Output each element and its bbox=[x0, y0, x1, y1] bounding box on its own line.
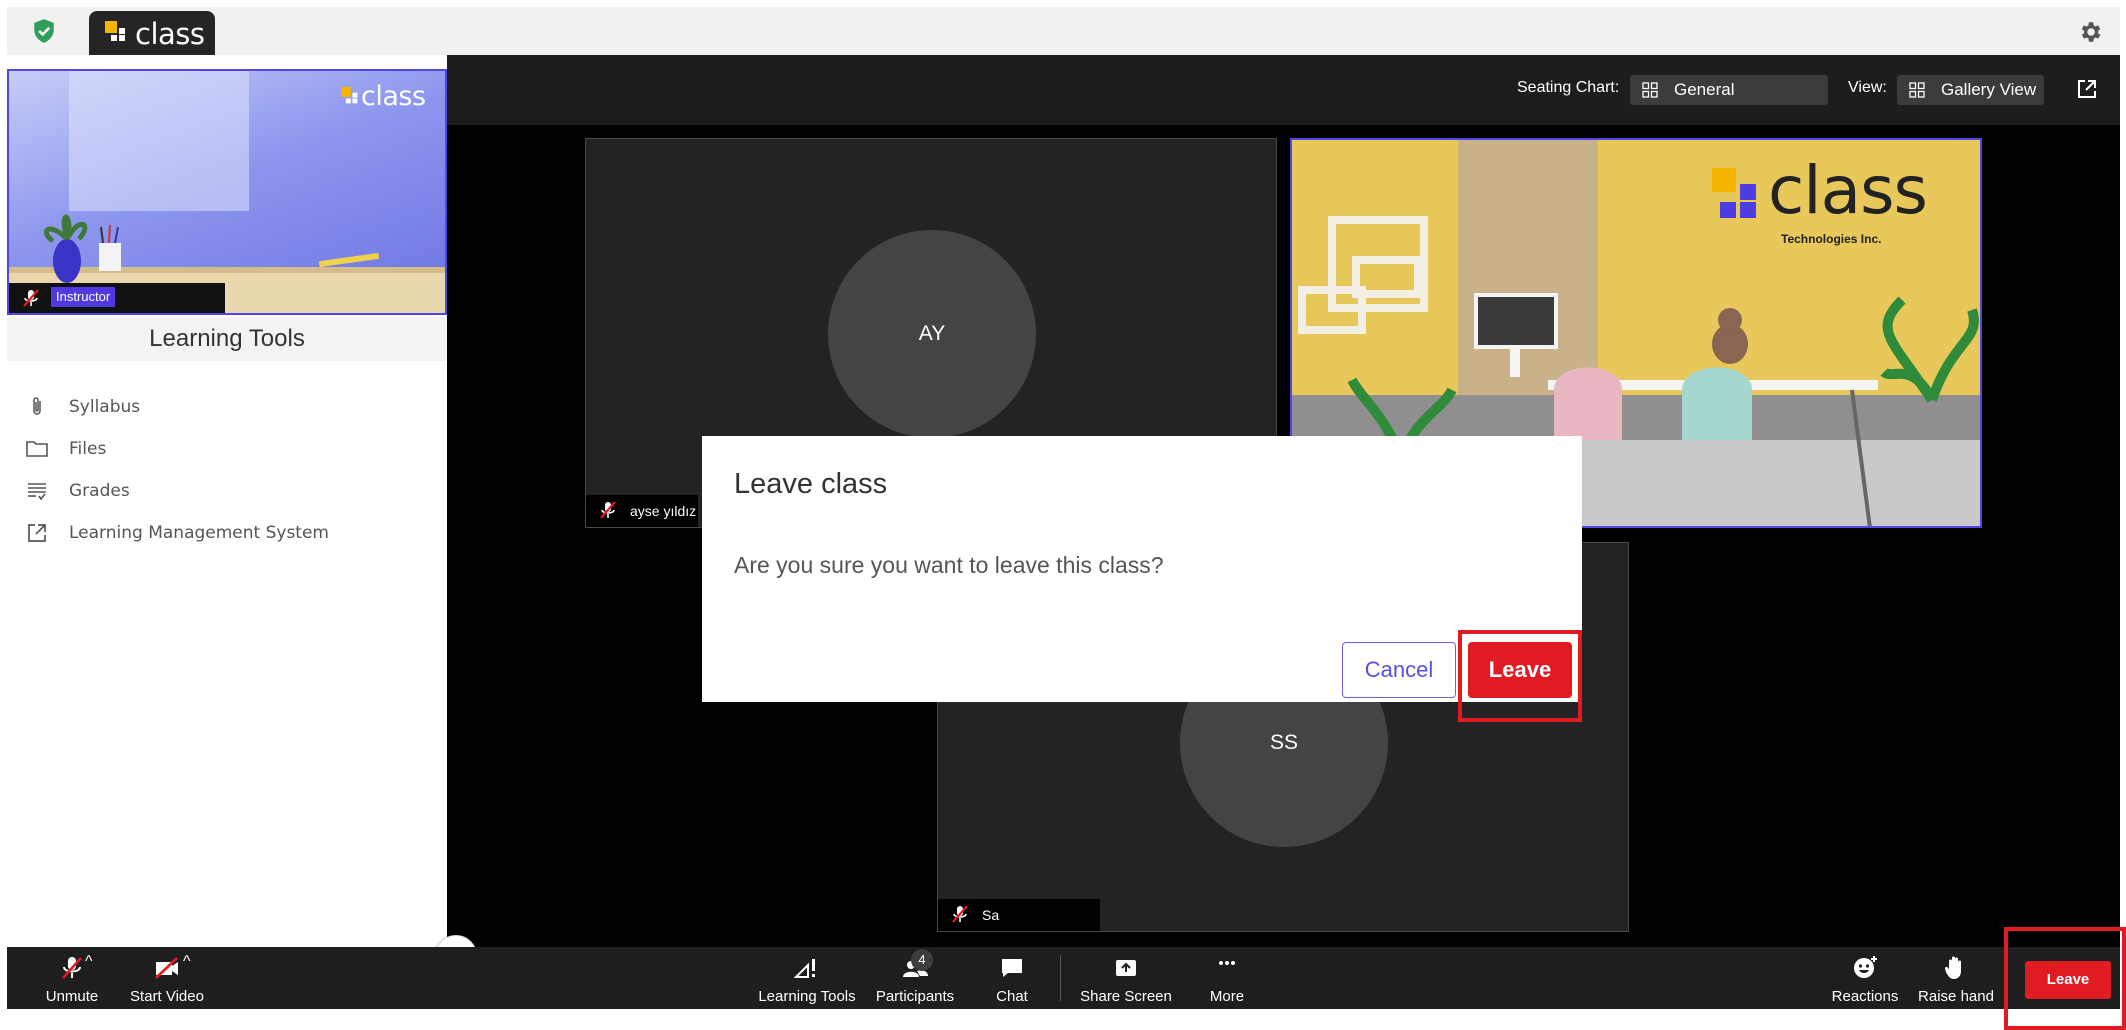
cancel-button[interactable]: Cancel bbox=[1342, 642, 1456, 698]
learning-tool-label: Learning Management System bbox=[69, 523, 329, 543]
class-logo-icon bbox=[341, 87, 358, 104]
instructor-name-bar: Instructor bbox=[9, 283, 225, 313]
learning-tool-syllabus[interactable]: Syllabus bbox=[25, 395, 140, 419]
grid-icon bbox=[1642, 82, 1658, 98]
app-tab-title: class bbox=[135, 17, 205, 51]
learning-tools-title: Learning Tools bbox=[149, 325, 305, 352]
reactions-smiley-icon bbox=[1854, 956, 1877, 978]
meeting-toolbar: Unmute ^ Start Video ^ Learning Tools 4 … bbox=[7, 947, 2120, 1009]
grid-icon bbox=[1909, 82, 1925, 98]
class-logo-icon bbox=[105, 21, 125, 41]
more-button[interactable]: More bbox=[1197, 947, 1257, 1009]
raise-hand-label: Raise hand bbox=[1918, 988, 1994, 1005]
learning-tools-label: Learning Tools bbox=[758, 988, 856, 1005]
chat-bubble-icon bbox=[1002, 959, 1022, 977]
leave-class-dialog: Leave class Are you sure you want to lea… bbox=[702, 436, 1582, 702]
learning-tool-files[interactable]: Files bbox=[25, 437, 106, 461]
office-brand-sub: Technologies Inc. bbox=[1781, 232, 1882, 246]
share-screen-button[interactable]: Share Screen bbox=[1071, 947, 1181, 1009]
top-bar: class bbox=[7, 7, 2120, 55]
popout-icon[interactable] bbox=[2076, 78, 2098, 100]
chat-button[interactable]: Chat bbox=[977, 947, 1047, 1009]
learning-tool-grades[interactable]: Grades bbox=[25, 479, 130, 503]
dialog-message: Are you sure you want to leave this clas… bbox=[734, 552, 1164, 578]
participants-count-badge: 4 bbox=[911, 949, 933, 971]
instructor-video-tile[interactable]: class Instructor bbox=[7, 69, 447, 315]
seating-chart-value: General bbox=[1674, 80, 1735, 99]
folder-icon bbox=[26, 441, 48, 457]
app-window: class Seating Chart: General View: Galle… bbox=[0, 0, 2126, 1030]
dialog-title: Leave class bbox=[734, 468, 888, 500]
video-off-icon bbox=[155, 957, 178, 979]
learning-tool-label: Grades bbox=[69, 481, 130, 501]
participants-label: Participants bbox=[875, 988, 955, 1005]
reactions-label: Reactions bbox=[1831, 988, 1899, 1005]
muted-mic-icon bbox=[600, 501, 616, 519]
share-screen-label: Share Screen bbox=[1080, 988, 1172, 1005]
app-tab[interactable]: class bbox=[89, 11, 215, 55]
start-video-label: Start Video bbox=[130, 988, 204, 1005]
participant-avatar: AY bbox=[828, 230, 1036, 438]
more-dots-icon bbox=[1219, 961, 1235, 965]
external-link-icon bbox=[28, 524, 46, 542]
share-screen-icon bbox=[1116, 960, 1136, 976]
seating-chart-label: Seating Chart: bbox=[1517, 79, 1620, 96]
shield-check-icon bbox=[34, 19, 54, 43]
learning-tool-label: Files bbox=[69, 439, 107, 459]
more-label: More bbox=[1209, 988, 1245, 1005]
learning-tools-button[interactable]: Learning Tools bbox=[751, 947, 863, 1009]
learning-tools-header: Learning Tools bbox=[7, 317, 447, 361]
participant-name: ayse yıldız bbox=[630, 503, 697, 519]
participant-name-tag: ayse yıldız bbox=[586, 495, 698, 527]
left-panel: class Instructor Learning Tools Syllabus bbox=[7, 55, 477, 977]
stage-header: Seating Chart: General View: Gallery Vie… bbox=[447, 55, 2120, 125]
raise-hand-button[interactable]: Raise hand bbox=[1911, 947, 2001, 1009]
learning-tools-icon bbox=[793, 959, 815, 978]
view-value: Gallery View bbox=[1941, 80, 2037, 99]
audio-options-caret-icon[interactable]: ^ bbox=[85, 953, 93, 971]
participant-name-tag: Sa bbox=[938, 899, 1100, 931]
learning-tool-label: Syllabus bbox=[69, 397, 141, 417]
muted-mic-icon bbox=[952, 905, 968, 923]
unmute-button[interactable]: Unmute bbox=[29, 947, 115, 1009]
muted-mic-icon bbox=[62, 957, 82, 979]
confirm-leave-highlight bbox=[1458, 630, 1582, 722]
grades-list-icon bbox=[28, 483, 46, 501]
participants-button[interactable]: 4 Participants bbox=[867, 947, 963, 1009]
office-brand-text: class bbox=[1768, 152, 1928, 229]
seating-chart-select[interactable]: General bbox=[1630, 75, 1828, 105]
chat-label: Chat bbox=[996, 988, 1028, 1005]
instructor-logo-text: class bbox=[361, 81, 426, 112]
view-label: View: bbox=[1848, 79, 1887, 96]
raise-hand-icon bbox=[1944, 956, 1961, 979]
instructor-badge: Instructor bbox=[51, 287, 116, 307]
reactions-button[interactable]: Reactions bbox=[1825, 947, 1905, 1009]
participant-name: Sa bbox=[982, 907, 1000, 923]
toolbar-divider bbox=[1060, 955, 1061, 1001]
muted-mic-icon bbox=[23, 289, 39, 307]
start-video-button[interactable]: Start Video bbox=[121, 947, 213, 1009]
unmute-label: Unmute bbox=[45, 988, 99, 1005]
video-options-caret-icon[interactable]: ^ bbox=[183, 953, 191, 971]
leave-button-highlight bbox=[2004, 927, 2126, 1030]
paperclip-icon bbox=[33, 397, 41, 415]
settings-gear-icon[interactable] bbox=[2077, 19, 2103, 45]
view-select[interactable]: Gallery View bbox=[1897, 75, 2044, 105]
learning-tool-lms[interactable]: Learning Management System bbox=[25, 521, 329, 545]
